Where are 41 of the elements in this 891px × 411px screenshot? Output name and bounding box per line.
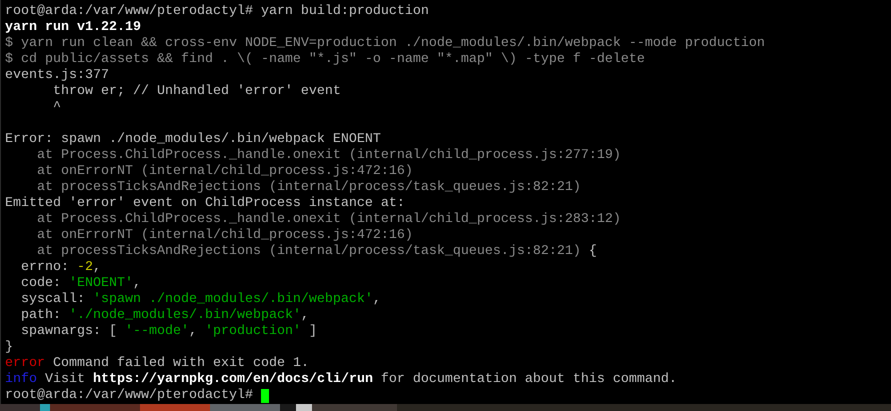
string-value: 'production' <box>204 324 301 340</box>
string-value: 'ENOENT' <box>68 276 133 292</box>
terminal-text: Command failed with exit code 1. <box>52 356 309 372</box>
terminal-text: code: <box>20 276 61 292</box>
terminal-text: , <box>188 324 197 340</box>
terminal-text: throw er; // Unhandled 'error' event <box>52 84 341 100</box>
string-value: './node_modules/.bin/webpack' <box>68 308 301 324</box>
string-value: '--mode' <box>124 324 189 340</box>
terminal-text: for documentation about this command. <box>380 372 677 388</box>
terminal-text[interactable]: https://yarnpkg.com/en/docs/cli/run <box>93 372 373 388</box>
terminal-text: syscall: <box>20 292 85 308</box>
terminal-text: Visit <box>44 372 86 388</box>
terminal-text: $ cd public/assets && find . \( -name "*.js" -o -name "*.map" \) -type f -delete <box>5 52 645 68</box>
terminal-text: ^ <box>52 100 61 116</box>
terminal-text: } <box>5 340 13 356</box>
terminal-text: , <box>132 276 141 292</box>
terminal-text: events.js:377 <box>5 68 109 84</box>
terminal-text: { <box>588 244 597 260</box>
terminal-text: at Process.ChildProcess._handle.onexit (internal/child_process.js:283:12) <box>36 212 621 228</box>
terminal-text: spawnargs: [ <box>20 324 117 340</box>
terminal-text: ] <box>308 324 317 340</box>
number-value: -2 <box>76 260 93 276</box>
terminal-text: path: <box>20 308 61 324</box>
terminal-text: , <box>372 292 381 308</box>
terminal-text: root@arda:/var/www/pterodactyl# yarn build:production <box>5 4 429 20</box>
terminal-text: , <box>300 308 309 324</box>
terminal-text: errno: <box>20 260 69 276</box>
terminal-text: $ yarn run clean && cross-env NODE_ENV=production ./node_modules/.bin/webpack --mode production <box>5 36 765 52</box>
terminal-text: at processTicksAndRejections (internal/process/task_queues.js:82:21) <box>36 244 581 260</box>
error-label: error <box>5 356 45 372</box>
string-value: 'spawn ./node_modules/.bin/webpack' <box>92 292 373 308</box>
terminal-text: Error: spawn ./node_modules/.bin/webpack ENOENT <box>5 132 381 148</box>
terminal-text: , <box>93 260 101 276</box>
terminal-text: Emitted 'error' event on ChildProcess instance at: <box>5 196 405 212</box>
terminal-text: at onErrorNT (internal/child_process.js:472:16) <box>36 164 413 180</box>
terminal-text: at processTicksAndRejections (internal/process/task_queues.js:82:21) <box>36 180 581 196</box>
terminal-text: yarn run v1.22.19 <box>5 20 141 36</box>
terminal-text: at Process.ChildProcess._handle.onexit (internal/child_process.js:277:19) <box>36 148 621 164</box>
info-label: info <box>5 372 37 388</box>
terminal-text: root@arda:/var/www/pterodactyl# <box>5 388 254 404</box>
terminal-text: at onErrorNT (internal/child_process.js:472:16) <box>36 228 413 244</box>
